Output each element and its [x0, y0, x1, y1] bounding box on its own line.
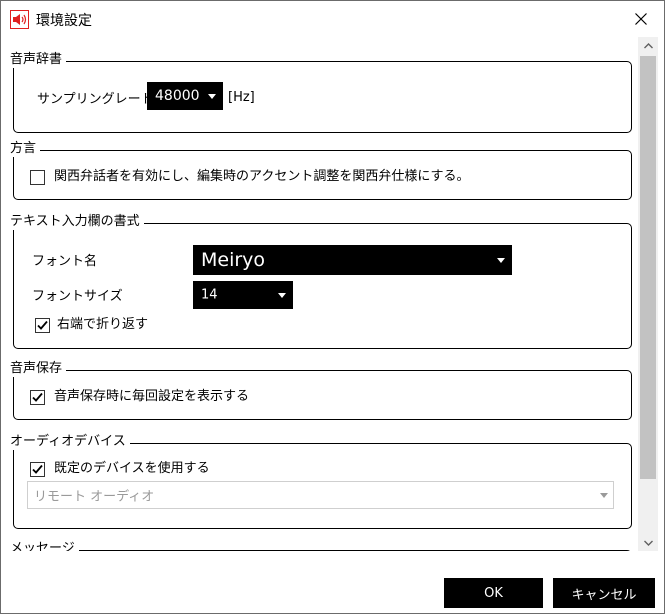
- sampling-rate-value: 48000: [155, 88, 200, 104]
- text-format-legend: テキスト入力欄の書式: [10, 214, 144, 230]
- show-save-settings-checkbox[interactable]: [30, 390, 45, 405]
- default-device-label: 既定のデバイスを使用する: [54, 461, 210, 476]
- chevron-down-icon: [643, 540, 653, 546]
- speaker-app-icon: [10, 10, 29, 29]
- scroll-up-button[interactable]: [638, 37, 658, 54]
- text-format-group: テキスト入力欄の書式 フォント名 Meiryo フォントサイズ 14 右端で折り…: [10, 214, 632, 349]
- dialect-group: 方言 関西弁話者を有効にし、編集時のアクセント調整を関西弁仕様にする。: [10, 141, 632, 200]
- dialect-legend: 方言: [10, 141, 41, 157]
- scroll-down-button[interactable]: [638, 534, 658, 551]
- message-legend: メッセージ: [10, 541, 79, 551]
- checkmark-icon: [32, 464, 43, 474]
- audio-device-value: リモート オーディオ: [34, 489, 155, 505]
- message-group: メッセージ: [10, 541, 632, 551]
- audio-device-dropdown: リモート オーディオ: [27, 481, 614, 509]
- cancel-button[interactable]: キャンセル: [553, 578, 655, 608]
- dictionary-group: 音声辞書 サンプリングレート 48000 [Hz]: [10, 52, 632, 133]
- checkmark-icon: [32, 392, 43, 402]
- wrap-text-label: 右端で折り返す: [57, 317, 149, 332]
- sampling-rate-dropdown[interactable]: 48000: [147, 82, 223, 110]
- chevron-down-icon: [278, 293, 286, 298]
- kansai-dialect-label: 関西弁話者を有効にし、編集時のアクセント調整を関西弁仕様にする。: [54, 169, 470, 184]
- title-bar: 環境設定: [1, 1, 664, 37]
- vertical-scrollbar[interactable]: [638, 37, 658, 551]
- settings-scroll-area: 音声辞書 サンプリングレート 48000 [Hz] 方言 関西弁話者を有効にし、…: [1, 37, 638, 551]
- audio-device-legend: オーディオデバイス: [10, 434, 130, 450]
- sampling-rate-label: サンプリングレート: [37, 92, 154, 107]
- voice-save-group: 音声保存 音声保存時に毎回設定を表示する: [10, 361, 632, 420]
- checkmark-icon: [37, 320, 48, 330]
- scrollbar-thumb[interactable]: [640, 56, 656, 479]
- chevron-down-icon: [497, 258, 505, 263]
- ok-button[interactable]: OK: [444, 578, 543, 608]
- chevron-down-icon: [208, 94, 216, 99]
- settings-dialog: 環境設定 音声辞書 サンプリングレート 48000 [Hz] 方言 関西弁話者を…: [0, 0, 665, 614]
- hz-unit-label: [Hz]: [228, 90, 255, 105]
- default-device-checkbox[interactable]: [30, 462, 45, 477]
- close-icon: [635, 13, 647, 25]
- font-size-value: 14: [201, 287, 218, 303]
- wrap-text-checkbox[interactable]: [35, 318, 50, 333]
- close-button[interactable]: [618, 1, 664, 37]
- voice-save-legend: 音声保存: [10, 361, 67, 377]
- font-size-dropdown[interactable]: 14: [193, 281, 293, 309]
- font-size-label: フォントサイズ: [32, 289, 123, 304]
- window-title: 環境設定: [36, 13, 92, 29]
- chevron-down-icon: [600, 493, 608, 498]
- font-name-dropdown[interactable]: Meiryo: [193, 245, 512, 275]
- font-name-label: フォント名: [32, 254, 98, 269]
- kansai-dialect-checkbox[interactable]: [30, 170, 45, 185]
- chevron-up-icon: [643, 42, 653, 48]
- show-save-settings-label: 音声保存時に毎回設定を表示する: [54, 389, 250, 404]
- font-name-value: Meiryo: [201, 249, 266, 271]
- dictionary-legend: 音声辞書: [10, 52, 67, 68]
- audio-device-group: オーディオデバイス 既定のデバイスを使用する リモート オーディオ: [10, 434, 632, 529]
